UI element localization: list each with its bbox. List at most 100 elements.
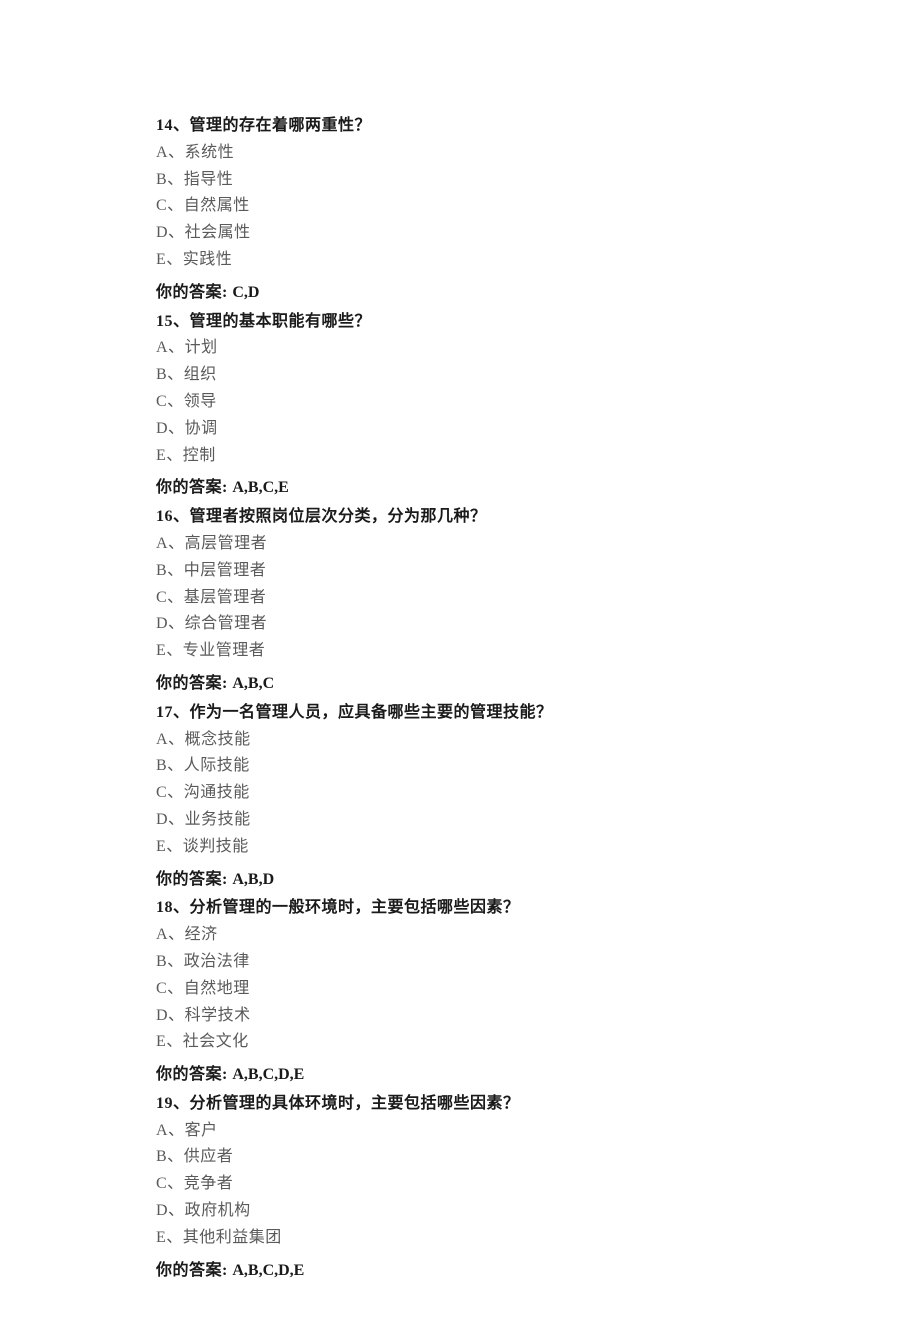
question-number: 15、 — [156, 313, 190, 330]
option: A、客户 — [156, 1119, 920, 1144]
question-17: 17、作为一名管理人员，应具备哪些主要的管理技能？ — [156, 701, 920, 726]
option-text: 科学技术 — [185, 1007, 251, 1024]
option: B、供应者 — [156, 1145, 920, 1170]
answer-line: 你的答案: C,D — [156, 281, 920, 306]
option-letter: D、 — [156, 811, 185, 828]
option: E、谈判技能 — [156, 835, 920, 860]
option-letter: D、 — [156, 1202, 185, 1219]
option: E、实践性 — [156, 248, 920, 273]
option: D、协调 — [156, 417, 920, 442]
option-text: 基层管理者 — [184, 589, 267, 606]
option-text: 业务技能 — [185, 811, 251, 828]
option: C、自然属性 — [156, 194, 920, 219]
option-letter: E、 — [156, 1229, 183, 1246]
option-letter: C、 — [156, 1175, 184, 1192]
option-letter: C、 — [156, 980, 184, 997]
option-letter: A、 — [156, 144, 185, 161]
option-text: 人际技能 — [184, 757, 250, 774]
answer-value: A,B,C,E — [232, 479, 288, 496]
option-letter: D、 — [156, 615, 185, 632]
option-text: 其他利益集团 — [183, 1229, 282, 1246]
option-letter: B、 — [156, 171, 184, 188]
option: E、专业管理者 — [156, 639, 920, 664]
option-letter: E、 — [156, 838, 183, 855]
option: A、系统性 — [156, 141, 920, 166]
option: D、科学技术 — [156, 1004, 920, 1029]
option-letter: E、 — [156, 1033, 183, 1050]
option-letter: B、 — [156, 562, 184, 579]
option-letter: E、 — [156, 251, 183, 268]
question-number: 18、 — [156, 899, 190, 916]
option: E、其他利益集团 — [156, 1226, 920, 1251]
option-text: 政府机构 — [185, 1202, 251, 1219]
question-15: 15、管理的基本职能有哪些？ — [156, 310, 920, 335]
option-text: 社会属性 — [185, 224, 251, 241]
question-text: 管理者按照岗位层次分类，分为那几种？ — [190, 508, 487, 525]
option: E、社会文化 — [156, 1030, 920, 1055]
option-letter: D、 — [156, 224, 185, 241]
option-letter: A、 — [156, 1122, 185, 1139]
option-text: 自然属性 — [184, 197, 250, 214]
answer-label: 你的答案: — [156, 1262, 232, 1279]
question-text: 分析管理的一般环境时，主要包括哪些因素？ — [190, 899, 520, 916]
option-text: 专业管理者 — [183, 642, 266, 659]
option-text: 沟通技能 — [184, 784, 250, 801]
option: C、沟通技能 — [156, 781, 920, 806]
option-text: 协调 — [185, 420, 218, 437]
option-text: 供应者 — [184, 1148, 234, 1165]
option: C、基层管理者 — [156, 586, 920, 611]
document-page: 14、管理的存在着哪两重性？ A、系统性 B、指导性 C、自然属性 D、社会属性… — [0, 0, 920, 1327]
option-letter: C、 — [156, 784, 184, 801]
option: A、经济 — [156, 923, 920, 948]
option-letter: C、 — [156, 393, 184, 410]
option-letter: C、 — [156, 197, 184, 214]
answer-value: C,D — [232, 284, 259, 301]
option-text: 综合管理者 — [185, 615, 268, 632]
option: A、高层管理者 — [156, 532, 920, 557]
question-16: 16、管理者按照岗位层次分类，分为那几种？ — [156, 505, 920, 530]
question-text: 管理的基本职能有哪些？ — [190, 313, 372, 330]
option-letter: B、 — [156, 1148, 184, 1165]
option-text: 高层管理者 — [185, 535, 268, 552]
option-letter: C、 — [156, 589, 184, 606]
option-letter: B、 — [156, 366, 184, 383]
answer-line: 你的答案: A,B,C,E — [156, 476, 920, 501]
option: D、综合管理者 — [156, 612, 920, 637]
option: D、政府机构 — [156, 1199, 920, 1224]
option-text: 控制 — [183, 447, 216, 464]
option: A、计划 — [156, 336, 920, 361]
option-text: 自然地理 — [184, 980, 250, 997]
option: B、政治法律 — [156, 950, 920, 975]
answer-value: A,B,C,D,E — [232, 1262, 304, 1279]
option-letter: E、 — [156, 447, 183, 464]
answer-value: A,B,C,D,E — [232, 1066, 304, 1083]
answer-label: 你的答案: — [156, 871, 232, 888]
option-text: 中层管理者 — [184, 562, 267, 579]
option-text: 计划 — [185, 339, 218, 356]
option: D、业务技能 — [156, 808, 920, 833]
answer-label: 你的答案: — [156, 675, 232, 692]
option-text: 概念技能 — [185, 731, 251, 748]
answer-value: A,B,C — [232, 675, 274, 692]
option: B、中层管理者 — [156, 559, 920, 584]
answer-line: 你的答案: A,B,C,D,E — [156, 1259, 920, 1284]
option: C、竞争者 — [156, 1172, 920, 1197]
option-text: 谈判技能 — [183, 838, 249, 855]
option-text: 系统性 — [185, 144, 235, 161]
question-number: 14、 — [156, 117, 190, 134]
option-text: 实践性 — [183, 251, 233, 268]
answer-line: 你的答案: A,B,D — [156, 868, 920, 893]
answer-line: 你的答案: A,B,C — [156, 672, 920, 697]
question-text: 作为一名管理人员，应具备哪些主要的管理技能？ — [190, 704, 553, 721]
question-number: 16、 — [156, 508, 190, 525]
option-text: 组织 — [184, 366, 217, 383]
option-text: 指导性 — [184, 171, 234, 188]
question-19: 19、分析管理的具体环境时，主要包括哪些因素？ — [156, 1092, 920, 1117]
option-letter: B、 — [156, 757, 184, 774]
answer-label: 你的答案: — [156, 1066, 232, 1083]
question-number: 17、 — [156, 704, 190, 721]
option-letter: B、 — [156, 953, 184, 970]
question-text: 分析管理的具体环境时，主要包括哪些因素？ — [190, 1095, 520, 1112]
option-letter: D、 — [156, 1007, 185, 1024]
option-text: 竞争者 — [184, 1175, 234, 1192]
